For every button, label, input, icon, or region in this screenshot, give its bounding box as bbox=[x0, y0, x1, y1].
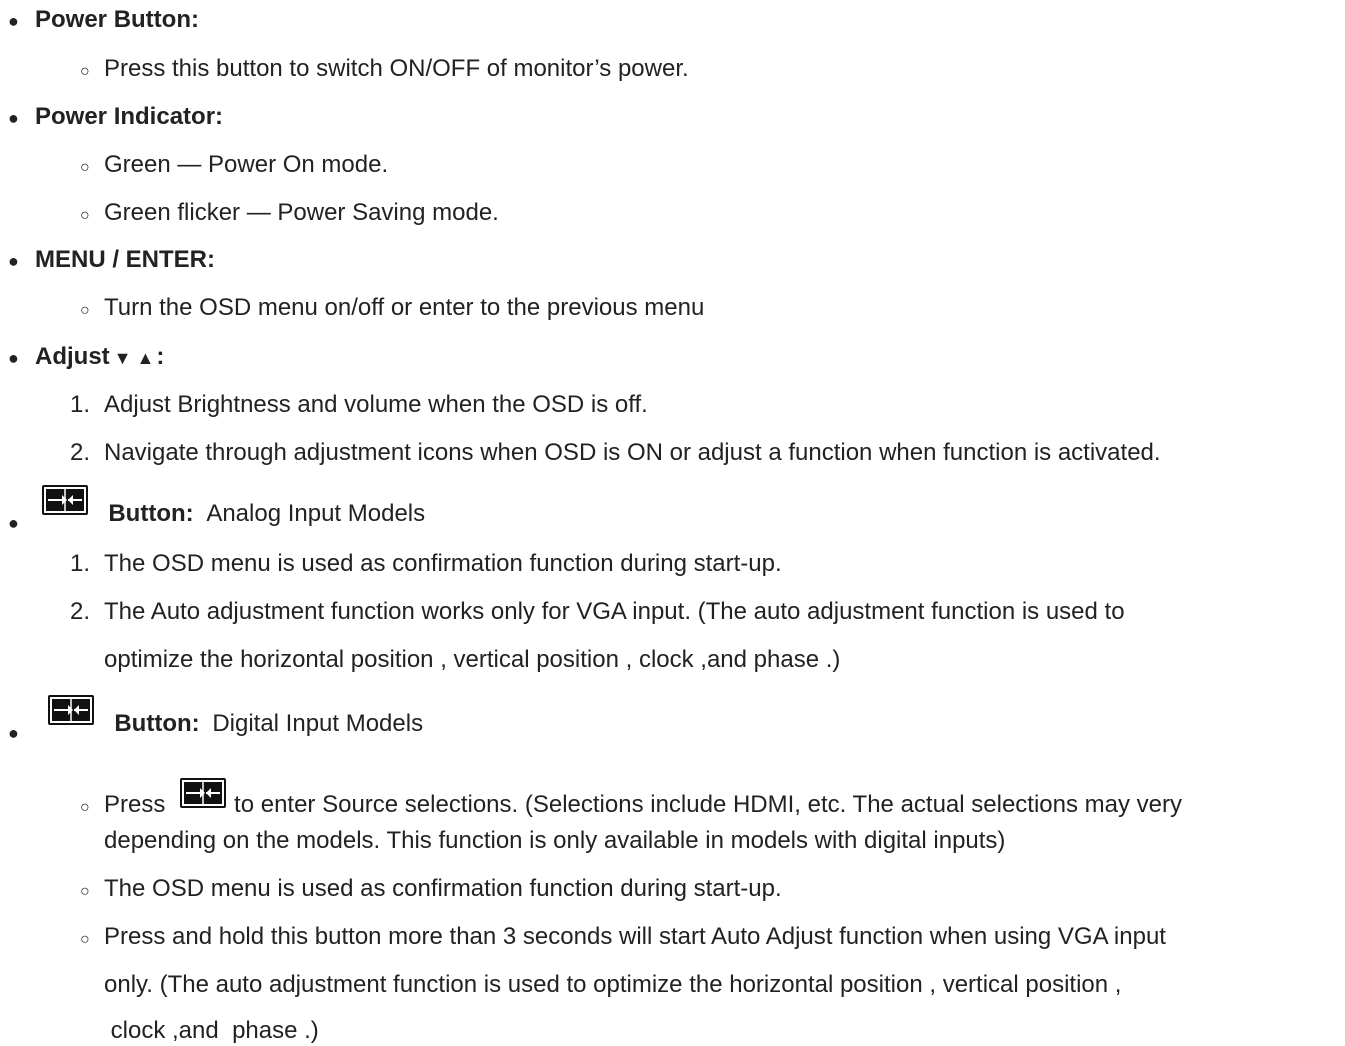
bullet-disc: ● bbox=[8, 11, 19, 31]
adjust-item-1: 1. Adjust Brightness and volume when the … bbox=[70, 390, 648, 420]
analog-item-2-cont: optimize the horizontal position , verti… bbox=[104, 645, 840, 675]
bullet-circle: ○ bbox=[80, 159, 90, 176]
digital-heading: Button: bbox=[114, 710, 200, 737]
bullet-disc: ● bbox=[8, 348, 19, 368]
source-button-icon bbox=[47, 695, 94, 725]
digital-item-1: ○ Press to enter Source selections. (Sele… bbox=[80, 778, 1182, 823]
bullet-disc: ● bbox=[8, 108, 19, 128]
item-text: Press and hold this button more than 3 s… bbox=[104, 923, 1166, 950]
bullet-circle: ○ bbox=[80, 63, 90, 80]
analog-subtitle: Analog Input Models bbox=[206, 500, 426, 527]
bullet-circle: ○ bbox=[80, 302, 90, 319]
list-number: 2. bbox=[70, 598, 91, 625]
source-button-icon bbox=[41, 485, 88, 515]
item-text: Green — Power On mode. bbox=[104, 151, 389, 178]
item-text: optimize the horizontal position , verti… bbox=[104, 646, 841, 673]
digital-item-2: ○ The OSD menu is used as confirmation fu… bbox=[80, 874, 782, 907]
adjust-heading-row: ● Adjust ▼ ▲: bbox=[8, 342, 164, 373]
power-button-item: ○ Press this button to switch ON/OFF of m… bbox=[80, 54, 689, 87]
power-indicator-heading: Power Indicator: bbox=[35, 103, 224, 130]
item-text: Press this button to switch ON/OFF of mo… bbox=[104, 55, 689, 82]
power-indicator-item: ○ Green — Power On mode. bbox=[80, 150, 388, 183]
item-text: Press bbox=[104, 791, 166, 818]
digital-item-1-cont: depending on the models. This function i… bbox=[104, 826, 1005, 856]
analog-heading-row: ● Button: Analog Input Models bbox=[8, 485, 425, 538]
adjust-colon: : bbox=[156, 343, 165, 370]
analog-item-1: 1. The OSD menu is used as confirmation f… bbox=[70, 549, 782, 579]
item-text: Green flicker — Power Saving mode. bbox=[104, 199, 499, 226]
power-button-heading: Power Button: bbox=[35, 6, 199, 33]
power-indicator-heading-row: ● Power Indicator: bbox=[8, 102, 223, 133]
bullet-disc: ● bbox=[8, 513, 19, 533]
list-number: 1. bbox=[70, 550, 91, 577]
menu-enter-heading-row: ● MENU / ENTER: bbox=[8, 245, 215, 276]
bullet-disc: ● bbox=[8, 723, 19, 743]
digital-item-3: ○ Press and hold this button more than 3 … bbox=[80, 922, 1166, 955]
item-text: to enter Source selections. (Selections … bbox=[234, 791, 1183, 818]
power-button-heading-row: ● Power Button: bbox=[8, 5, 199, 36]
power-indicator-item: ○ Green flicker — Power Saving mode. bbox=[80, 198, 499, 231]
analog-heading: Button: bbox=[108, 500, 194, 527]
item-text: Turn the OSD menu on/off or enter to the… bbox=[104, 294, 705, 321]
analog-item-2: 2. The Auto adjustment function works onl… bbox=[70, 597, 1125, 627]
item-text: depending on the models. This function i… bbox=[104, 827, 1006, 854]
bullet-circle: ○ bbox=[80, 207, 90, 224]
digital-item-3-cont: only. (The auto adjustment function is u… bbox=[104, 970, 1121, 1000]
digital-subtitle: Digital Input Models bbox=[212, 710, 424, 737]
adjust-item-2: 2. Navigate through adjustment icons when… bbox=[70, 438, 1161, 468]
bullet-circle: ○ bbox=[80, 799, 90, 816]
item-text: Adjust Brightness and volume when the OS… bbox=[104, 391, 648, 418]
list-number: 2. bbox=[70, 439, 91, 466]
adjust-arrows: ▼ ▲ bbox=[113, 348, 155, 368]
bullet-disc: ● bbox=[8, 251, 19, 271]
item-text: only. (The auto adjustment function is u… bbox=[104, 971, 1122, 998]
list-number: 1. bbox=[70, 391, 91, 418]
document: ● Power Button: ○ Press this button to swi… bbox=[0, 0, 1345, 1045]
item-text: clock ,and phase .) bbox=[104, 1017, 319, 1044]
item-text: Navigate through adjustment icons when O… bbox=[104, 439, 1161, 466]
adjust-heading: Adjust bbox=[35, 343, 110, 370]
bullet-circle: ○ bbox=[80, 883, 90, 900]
bullet-circle: ○ bbox=[80, 931, 90, 948]
menu-enter-item: ○ Turn the OSD menu on/off or enter to th… bbox=[80, 293, 704, 326]
item-text: The OSD menu is used as confirmation fun… bbox=[104, 550, 782, 577]
source-button-icon bbox=[180, 778, 227, 808]
menu-enter-heading: MENU / ENTER: bbox=[35, 246, 215, 273]
item-text: The OSD menu is used as confirmation fun… bbox=[104, 875, 782, 902]
item-text: The Auto adjustment function works only … bbox=[104, 598, 1125, 625]
digital-heading-row: ● Button: Digital Input Models bbox=[8, 695, 423, 748]
digital-item-3-cont: clock ,and phase .) bbox=[104, 1016, 319, 1046]
